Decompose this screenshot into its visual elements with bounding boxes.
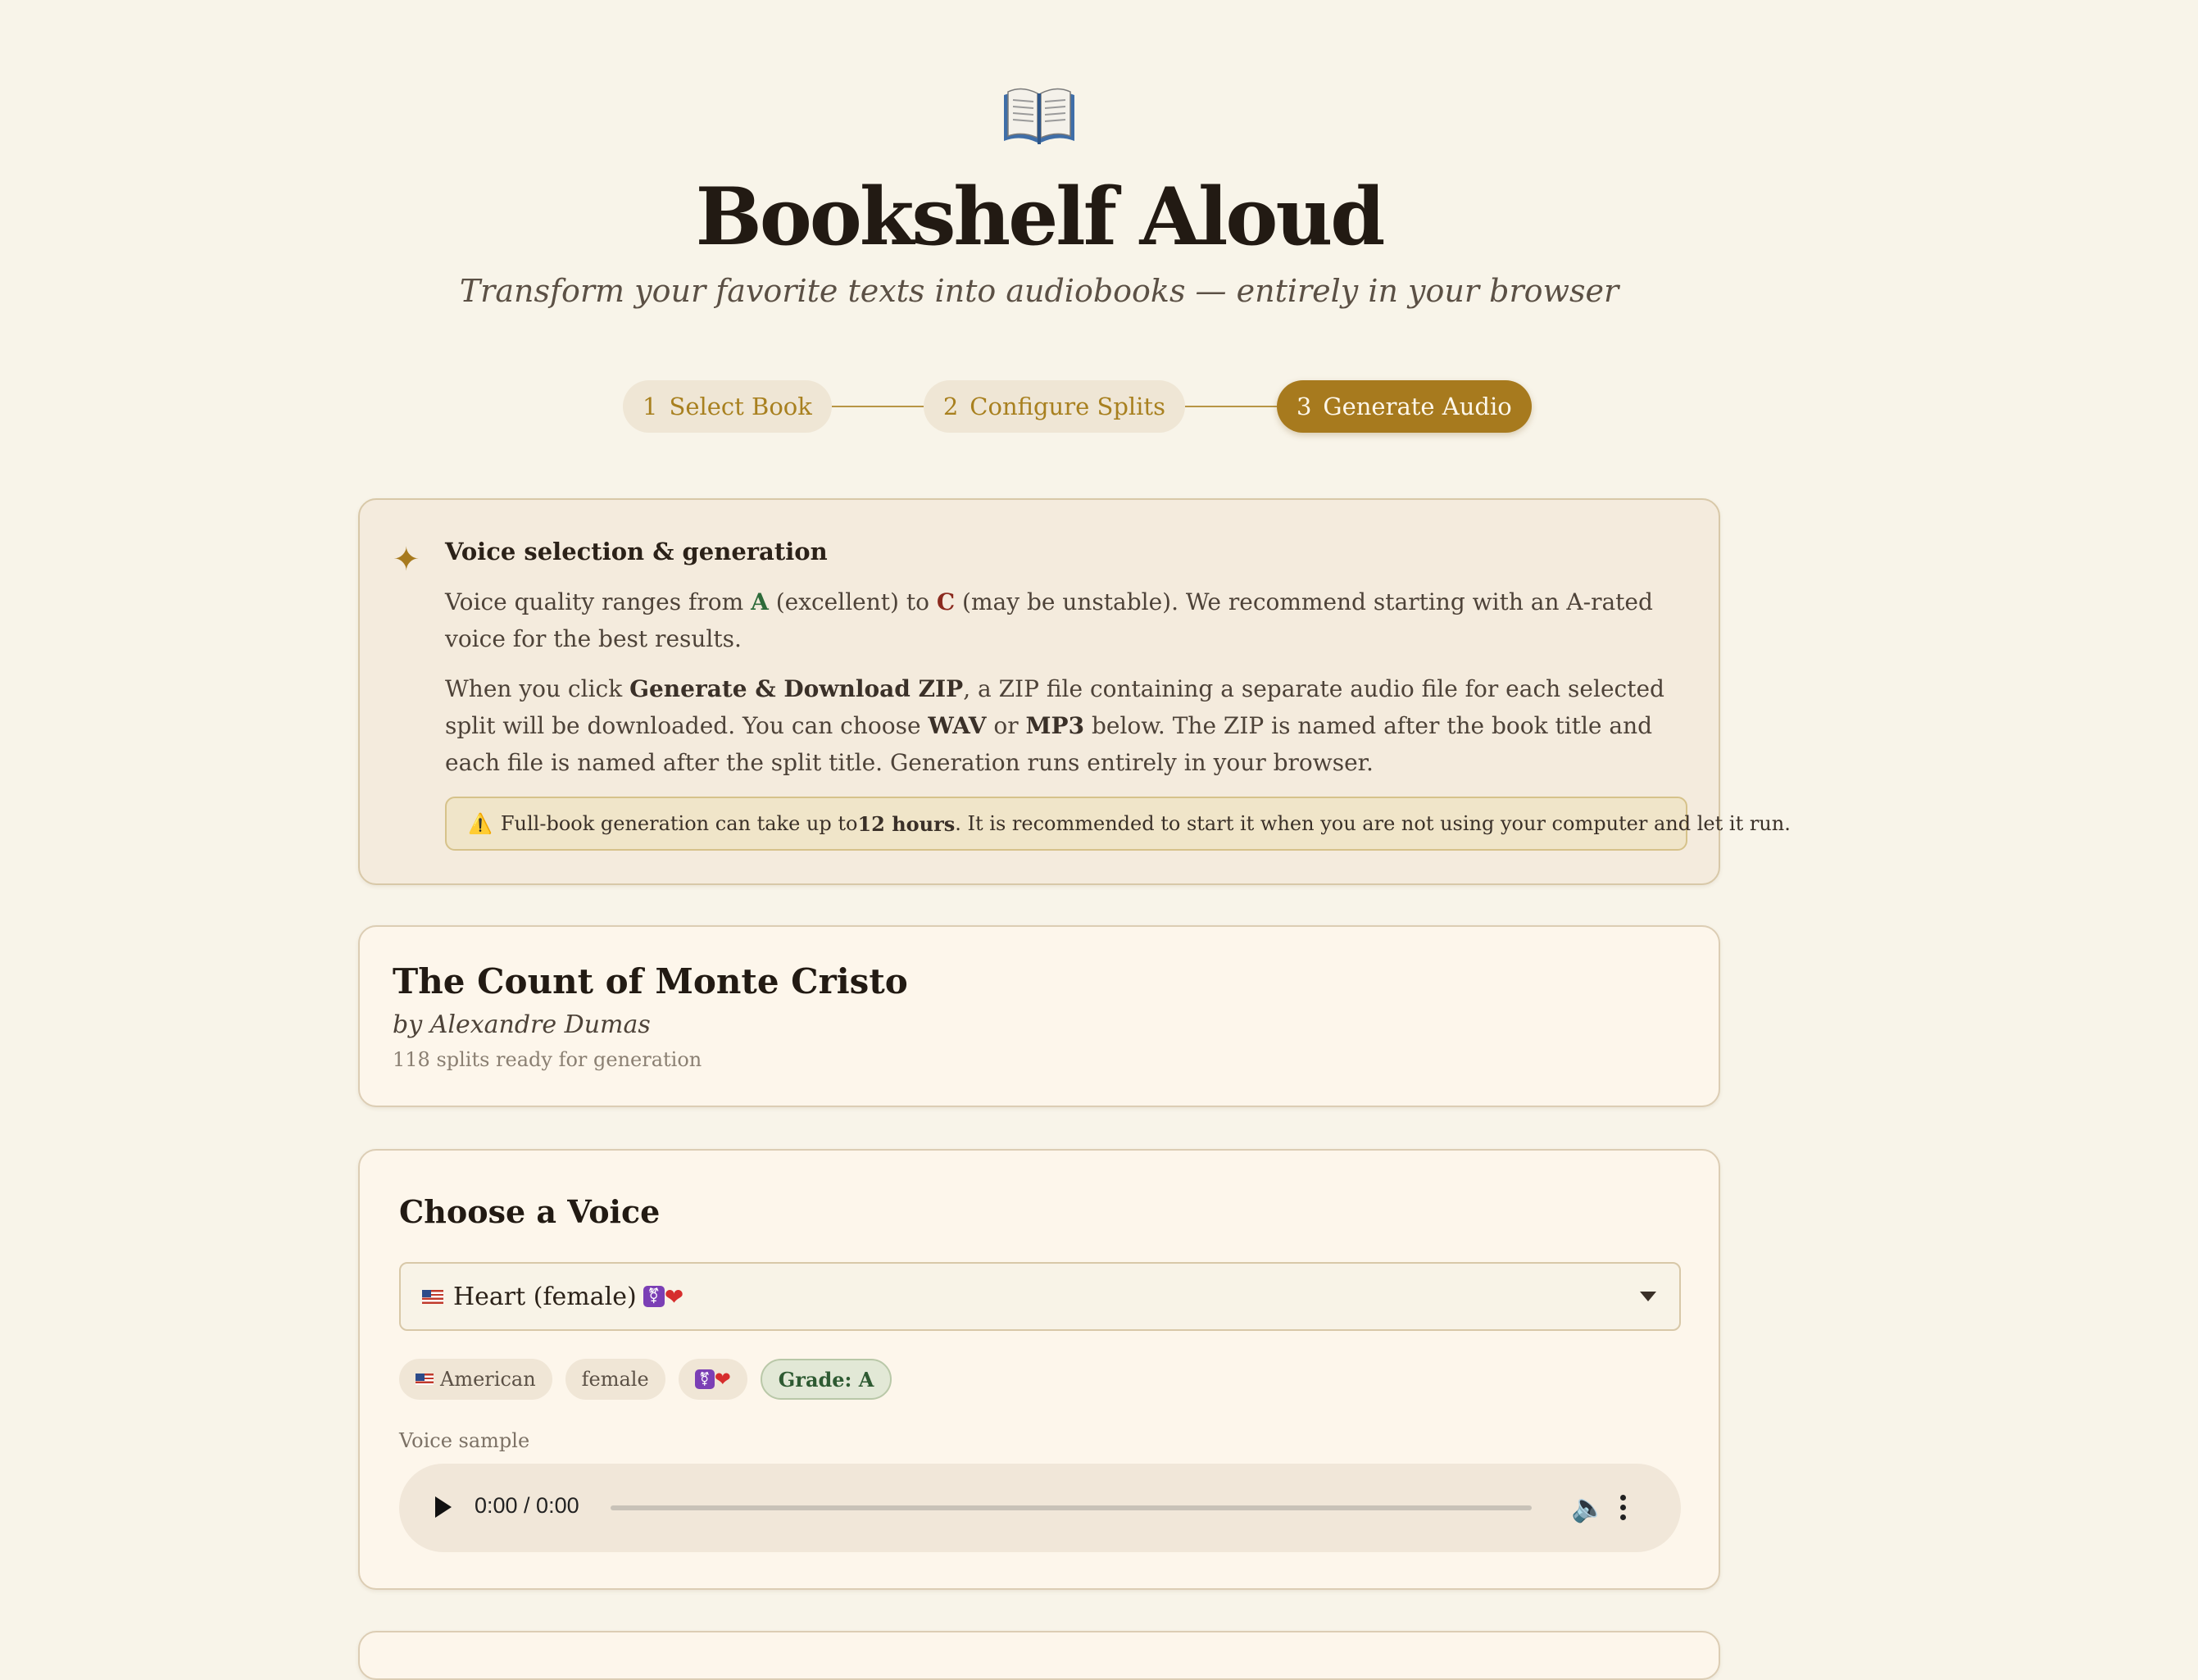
step-connector [1184, 406, 1277, 407]
next-card [358, 1631, 1720, 1680]
accent-tag: American [399, 1359, 552, 1400]
us-flag-icon [422, 1289, 443, 1304]
seek-bar[interactable] [611, 1505, 1532, 1510]
transgender-symbol-icon: ⚧ [643, 1286, 665, 1307]
step-connector [831, 406, 924, 407]
voice-tags: American female ⚧ ❤ Grade: A [399, 1359, 892, 1400]
voice-sample-label: Voice sample [399, 1429, 530, 1452]
grade-tag: Grade: A [760, 1359, 892, 1400]
step-number: 2 [942, 393, 959, 420]
step-number: 1 [643, 393, 658, 420]
step-select-book[interactable]: 1 Select Book [623, 380, 832, 433]
info-card: ✦ Voice selection & generation Voice qua… [358, 498, 1791, 885]
warning-banner: ⚠️ Full-book generation can take up to 1… [445, 797, 1791, 851]
transgender-symbol-icon: ⚧ [694, 1369, 715, 1389]
voice-heading: Choose a Voice [399, 1193, 661, 1230]
heart-icon: ❤ [664, 1283, 684, 1310]
grade-c-label: C [936, 588, 956, 615]
us-flag-icon [416, 1374, 434, 1385]
step-generate-audio[interactable]: 3 Generate Audio [1276, 380, 1532, 433]
warning-icon: ⚠️ [468, 812, 493, 835]
heart-icon: ❤ [714, 1368, 731, 1391]
voice-card: Choose a Voice Heart (female) ⚧ ❤ America… [358, 1149, 1720, 1590]
step-label: Select Book [669, 393, 812, 420]
info-paragraph-grades: Voice quality ranges from A (excellent) … [445, 588, 1653, 652]
audio-player: 0:00 / 0:00 🔈 [399, 1464, 1681, 1552]
player-time: 0:00 / 0:00 [475, 1493, 579, 1518]
book-title: The Count of Monte Cristo [393, 961, 908, 1001]
voice-select[interactable]: Heart (female) ⚧ ❤ [399, 1262, 1681, 1331]
info-paragraph-download: When you click Generate & Download ZIP, … [445, 675, 1664, 776]
voice-select-value: Heart (female) [453, 1282, 637, 1311]
app-title: Bookshelf Aloud [695, 170, 1386, 263]
book-author: by Alexandre Dumas [393, 1010, 651, 1039]
stepper: 1 Select Book 2 Configure Splits 3 Gener… [623, 379, 1532, 434]
info-heading: Voice selection & generation [445, 538, 828, 565]
step-label: Configure Splits [970, 393, 1165, 420]
step-configure-splits[interactable]: 2 Configure Splits [923, 380, 1185, 433]
book-summary-card: The Count of Monte Cristo by Alexandre D… [358, 925, 1720, 1107]
app-subtitle: Transform your favorite texts into audio… [459, 273, 1619, 309]
traits-tag: ⚧ ❤ [678, 1359, 747, 1400]
splits-count: 118 splits ready for generation [393, 1048, 702, 1071]
sparkle-icon: ✦ [393, 541, 420, 579]
app-root: Bookshelf Aloud Transform your favorite … [0, 0, 2198, 1680]
open-book-icon [1004, 88, 1074, 144]
step-label: Generate Audio [1323, 393, 1512, 420]
step-number: 3 [1296, 393, 1312, 420]
volume-icon[interactable]: 🔈 [1571, 1492, 1605, 1524]
play-icon[interactable] [435, 1496, 452, 1518]
chevron-down-icon [1640, 1292, 1656, 1301]
grade-a-label: A [751, 588, 769, 615]
gender-tag: female [565, 1359, 665, 1400]
more-options-icon[interactable] [1620, 1495, 1627, 1524]
